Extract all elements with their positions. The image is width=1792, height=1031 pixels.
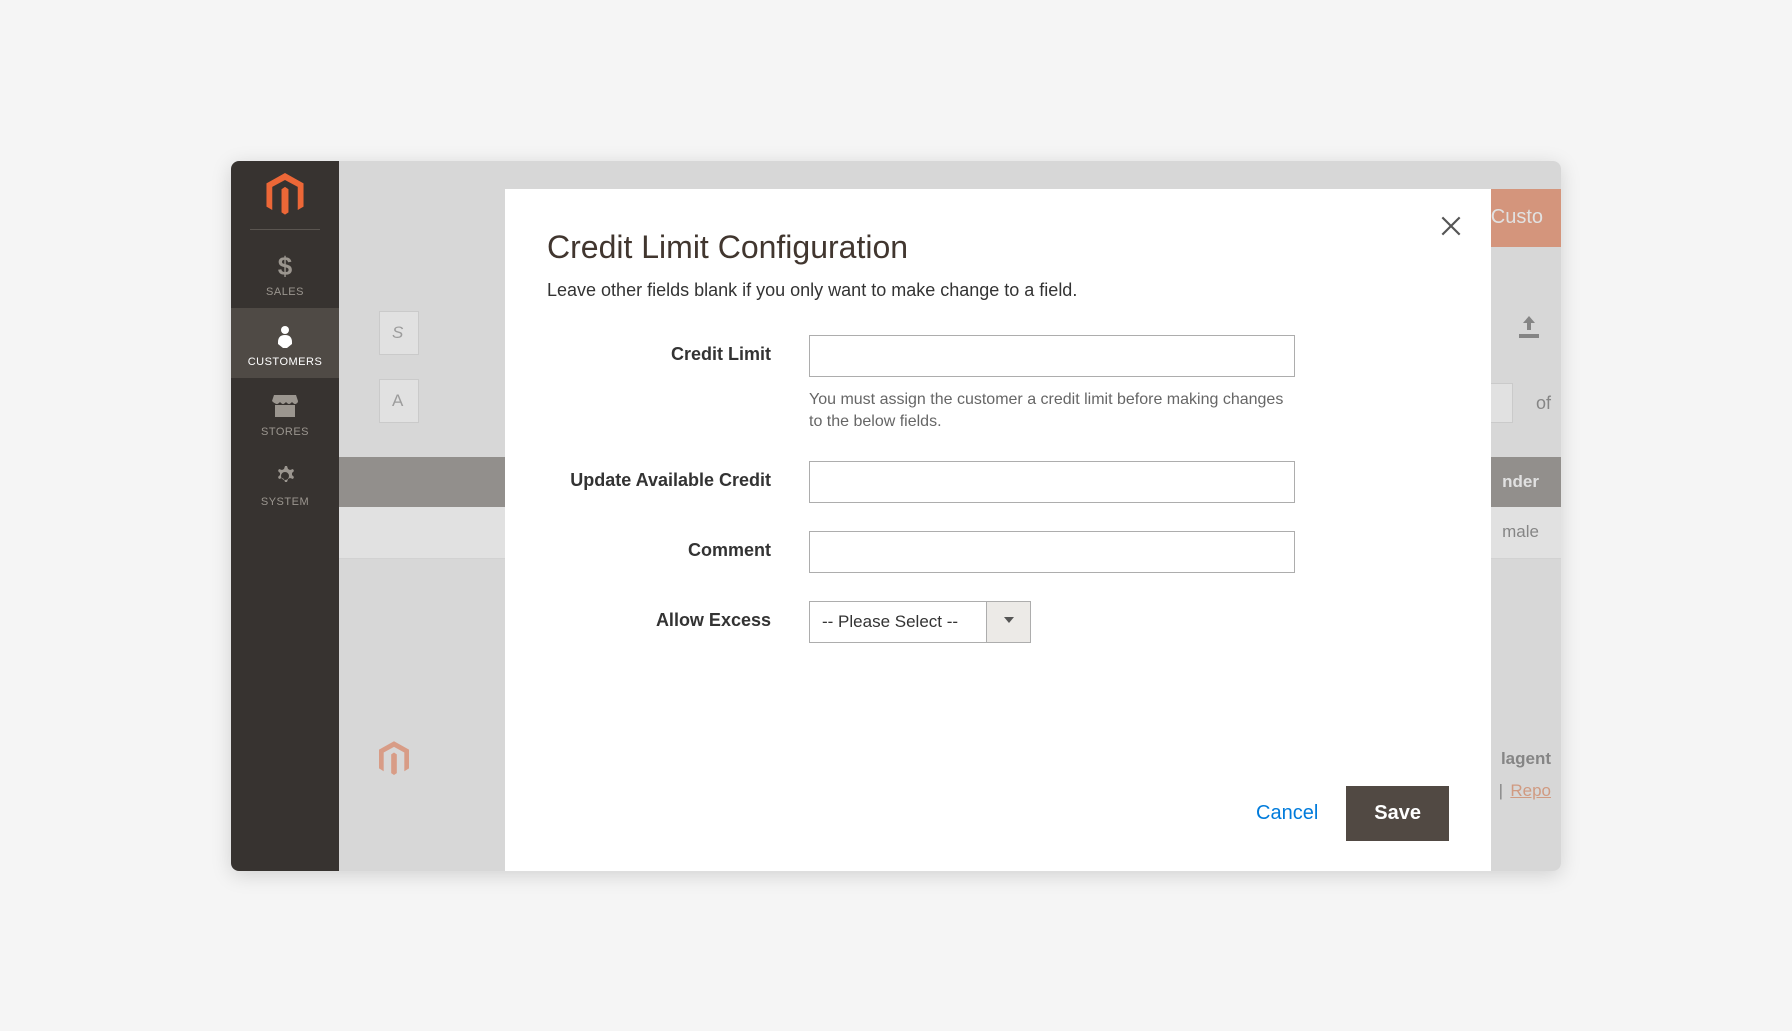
modal-subtitle: Leave other fields blank if you only wan…: [547, 280, 1449, 301]
allow-excess-selected-value: -- Please Select --: [809, 601, 987, 643]
sidebar-item-label: SYSTEM: [261, 496, 309, 508]
form-row-allow-excess: Allow Excess -- Please Select --: [547, 601, 1449, 643]
form-row-credit-limit: Credit Limit You must assign the custome…: [547, 335, 1449, 434]
comment-label: Comment: [547, 531, 809, 561]
form-row-comment: Comment: [547, 531, 1449, 573]
credit-limit-form: Credit Limit You must assign the custome…: [547, 335, 1449, 644]
close-button[interactable]: [1433, 211, 1469, 247]
sidebar-item-label: STORES: [261, 426, 309, 438]
credit-limit-hint: You must assign the customer a credit li…: [809, 389, 1295, 434]
allow-excess-select[interactable]: -- Please Select --: [809, 601, 1031, 643]
form-row-update-available-credit: Update Available Credit: [547, 461, 1449, 503]
cancel-button[interactable]: Cancel: [1256, 802, 1318, 825]
sidebar-item-stores[interactable]: STORES: [231, 378, 339, 448]
update-available-credit-label: Update Available Credit: [547, 461, 809, 491]
sidebar-item-customers[interactable]: CUSTOMERS: [231, 308, 339, 378]
magento-logo-icon: [263, 173, 307, 217]
modal-footer: Cancel Save: [547, 766, 1449, 841]
sidebar-item-label: SALES: [266, 286, 304, 298]
gear-icon: [273, 462, 297, 490]
svg-text:$: $: [278, 253, 293, 279]
allow-excess-label: Allow Excess: [547, 601, 809, 631]
save-button[interactable]: Save: [1346, 786, 1449, 841]
credit-limit-label: Credit Limit: [547, 335, 809, 365]
sidebar: $ SALES CUSTOMERS STORES SYSTEM: [231, 161, 339, 871]
allow-excess-dropdown-button[interactable]: [987, 601, 1031, 643]
close-icon: [1438, 213, 1464, 244]
modal-title: Credit Limit Configuration: [547, 229, 1449, 266]
main-content: Custo S A of nder male lagent | Repo: [339, 161, 1561, 871]
update-available-credit-input[interactable]: [809, 461, 1295, 503]
store-icon: [272, 392, 298, 420]
credit-limit-modal: Credit Limit Configuration Leave other f…: [505, 189, 1491, 871]
divider: [250, 229, 320, 230]
credit-limit-input[interactable]: [809, 335, 1295, 377]
sidebar-item-label: CUSTOMERS: [248, 356, 323, 368]
sidebar-item-system[interactable]: SYSTEM: [231, 448, 339, 518]
sidebar-item-sales[interactable]: $ SALES: [231, 238, 339, 308]
comment-input[interactable]: [809, 531, 1295, 573]
app-window: $ SALES CUSTOMERS STORES SYSTEM Custo: [231, 161, 1561, 871]
dollar-icon: $: [276, 252, 294, 280]
person-icon: [275, 322, 295, 350]
chevron-down-icon: [1003, 613, 1015, 631]
